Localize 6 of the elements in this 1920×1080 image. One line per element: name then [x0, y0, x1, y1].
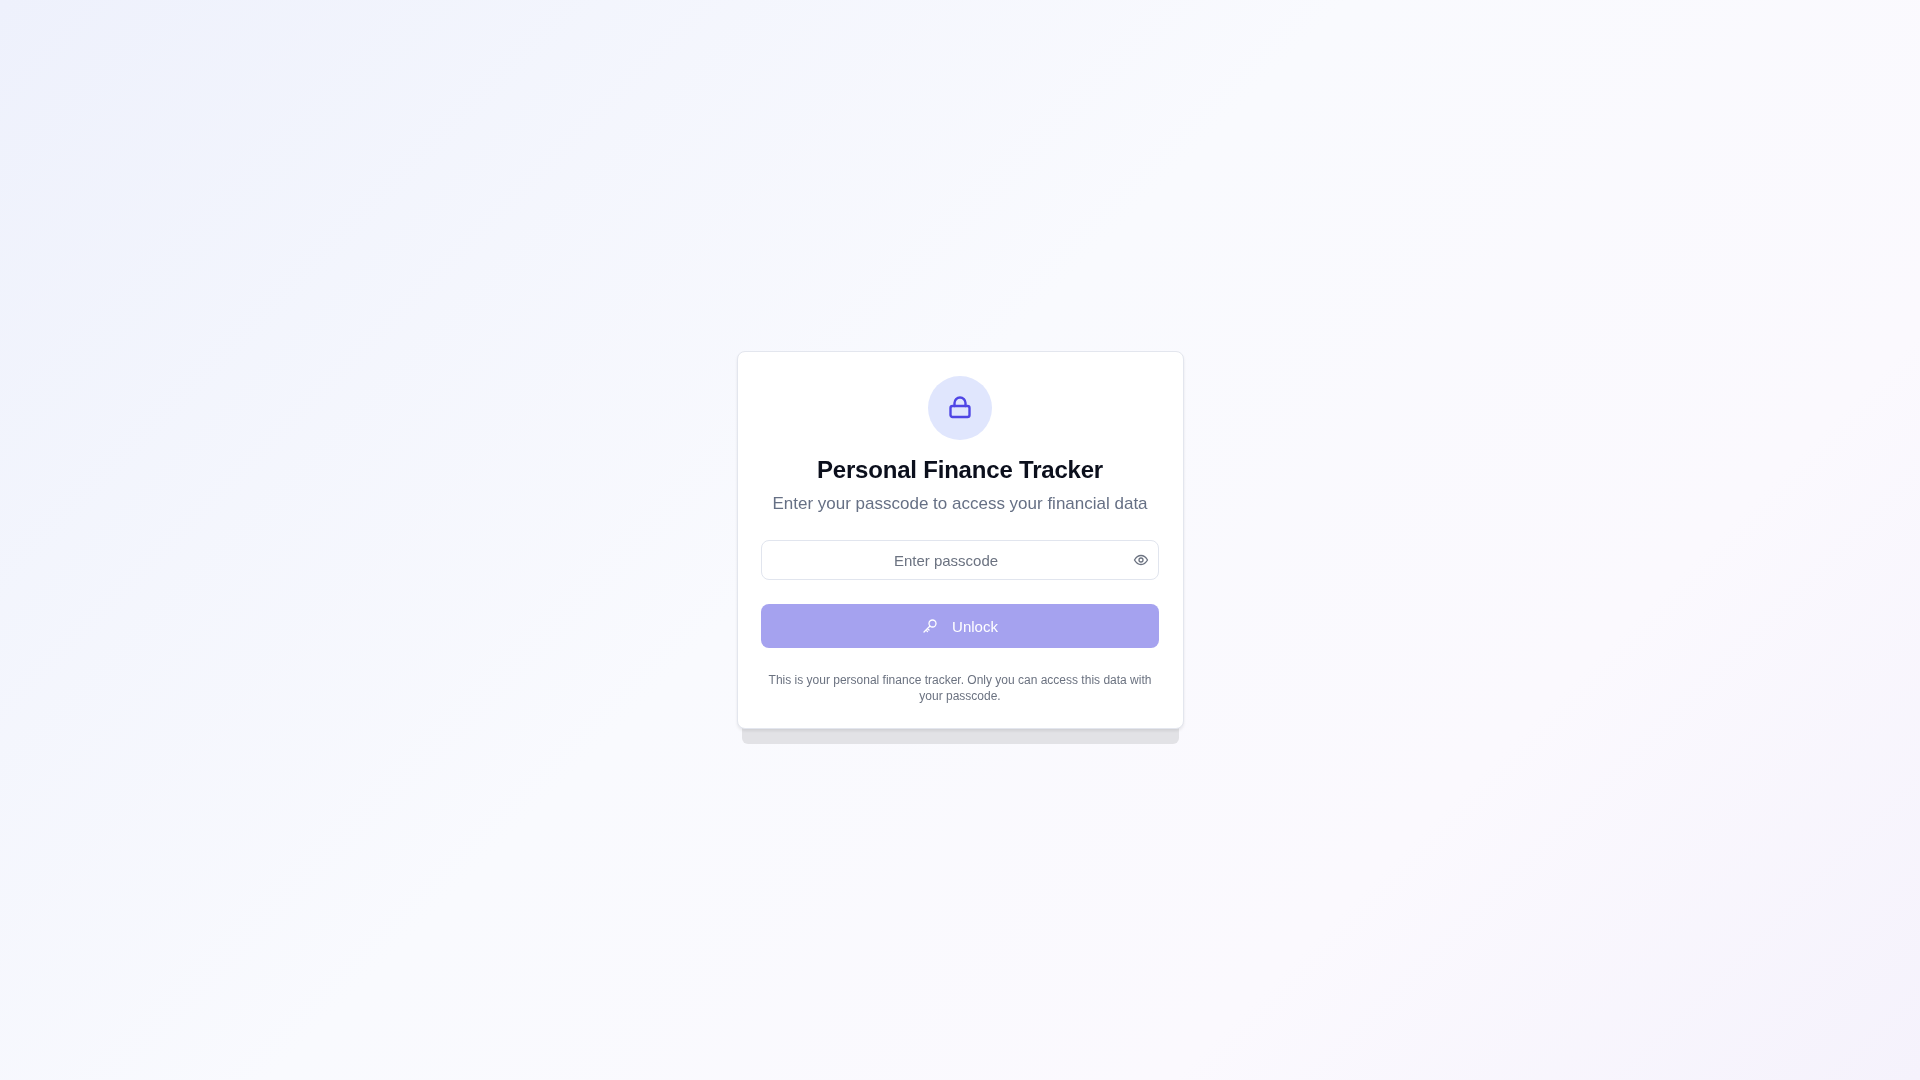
- passcode-field[interactable]: Enter passcode: [761, 540, 1159, 580]
- eye-icon[interactable]: [1133, 552, 1149, 568]
- subtitle: Enter your passcode to access your financial data: [772, 494, 1148, 514]
- app-title: Personal Finance Tracker: [817, 456, 1103, 484]
- key-icon: [922, 618, 939, 634]
- footer-note: This is your personal finance tracker. Only you can access this data with your passcode.: [767, 672, 1153, 704]
